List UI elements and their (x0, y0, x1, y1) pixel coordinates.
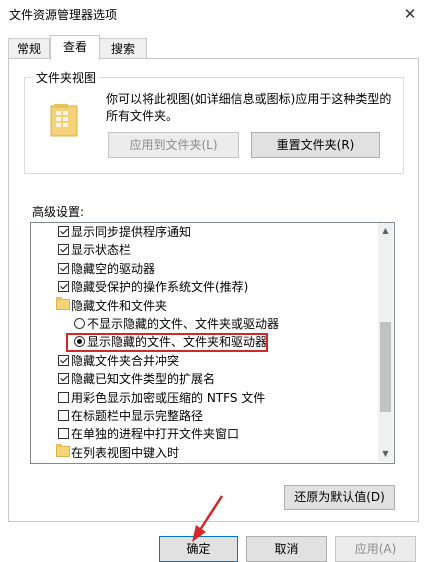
reset-folders-button[interactable]: 重置文件夹(R) (251, 132, 380, 158)
scroll-down-icon[interactable]: ▼ (378, 446, 393, 462)
option-label: 在列表视图中键入时 (71, 445, 180, 460)
folder-icon (50, 103, 80, 140)
tab-view[interactable]: 查看 (50, 35, 100, 60)
option-label: 隐藏文件和文件夹 (71, 298, 168, 313)
checkbox[interactable] (58, 373, 69, 385)
checkbox[interactable] (58, 281, 69, 293)
settings-checkbox-option[interactable]: 显示状态栏 (31, 241, 376, 260)
tab-search[interactable]: 搜索 (99, 38, 147, 59)
option-label: 不显示隐藏的文件、文件夹或驱动器 (87, 317, 280, 331)
option-label: 显示状态栏 (71, 243, 132, 258)
option-label: 隐藏已知文件类型的扩展名 (71, 372, 216, 387)
folder-icon (56, 443, 70, 457)
annotation-arrow (178, 490, 238, 548)
cancel-button[interactable]: 取消 (246, 536, 327, 562)
checkbox[interactable] (58, 391, 69, 403)
settings-checkbox-option[interactable]: 隐藏文件夹合并冲突 (31, 352, 376, 371)
settings-checkbox-option[interactable]: 用彩色显示加密或压缩的 NTFS 文件 (31, 389, 376, 408)
settings-checkbox-option[interactable]: 隐藏已知文件类型的扩展名 (31, 370, 376, 389)
settings-radio-option[interactable]: 不显示隐藏的文件、文件夹或驱动器 (31, 315, 376, 334)
annotation-highlight-box (66, 333, 268, 352)
folder-view-description: 你可以将此视图(如详细信息或图标)应用于这种类型的所有文件夹。 (106, 92, 392, 123)
radio-button[interactable] (74, 318, 85, 329)
settings-group-header: 在列表视图中键入时 (31, 443, 376, 463)
folder-view-caption: 文件夹视图 (33, 69, 100, 86)
checkbox[interactable] (58, 354, 69, 366)
scroll-up-icon[interactable]: ▲ (378, 223, 393, 239)
tab-general[interactable]: 常规 (8, 38, 50, 59)
checkbox[interactable] (58, 244, 69, 256)
scroll-thumb[interactable] (380, 322, 391, 412)
settings-group-header: 隐藏文件和文件夹 (31, 296, 376, 316)
window-title: 文件资源管理器选项 (9, 8, 118, 22)
option-label: 隐藏文件夹合并冲突 (71, 353, 180, 368)
settings-checkbox-option[interactable]: 在标题栏中显示完整路径 (31, 407, 376, 426)
settings-checkbox-option[interactable]: 隐藏空的驱动器 (31, 260, 376, 279)
option-label: 在单独的进程中打开文件夹窗口 (71, 427, 240, 442)
settings-checkbox-option[interactable]: 显示同步提供程序通知 (31, 223, 376, 242)
option-label: 在标题栏中显示完整路径 (71, 409, 204, 423)
settings-checkbox-option[interactable]: 在单独的进程中打开文件夹窗口 (31, 425, 376, 444)
folder-icon (56, 296, 70, 310)
apply-to-folders-button[interactable]: 应用到文件夹(L) (108, 132, 239, 158)
restore-defaults-button[interactable]: 还原为默认值(D) (284, 485, 395, 510)
option-label: 用彩色显示加密或压缩的 NTFS 文件 (71, 390, 266, 405)
option-label: 隐藏空的驱动器 (71, 261, 156, 276)
option-label: 显示同步提供程序通知 (71, 225, 192, 239)
checkbox[interactable] (58, 226, 69, 237)
checkbox[interactable] (58, 410, 69, 421)
option-label: 隐藏受保护的操作系统文件(推荐) (71, 280, 249, 295)
apply-button[interactable]: 应用(A) (335, 536, 416, 562)
checkbox[interactable] (58, 428, 69, 440)
checkbox[interactable] (58, 262, 69, 274)
settings-checkbox-option[interactable]: 隐藏受保护的操作系统文件(推荐) (31, 278, 376, 297)
close-icon[interactable]: ✕ (396, 2, 424, 26)
advanced-settings-label: 高级设置: (32, 205, 85, 219)
